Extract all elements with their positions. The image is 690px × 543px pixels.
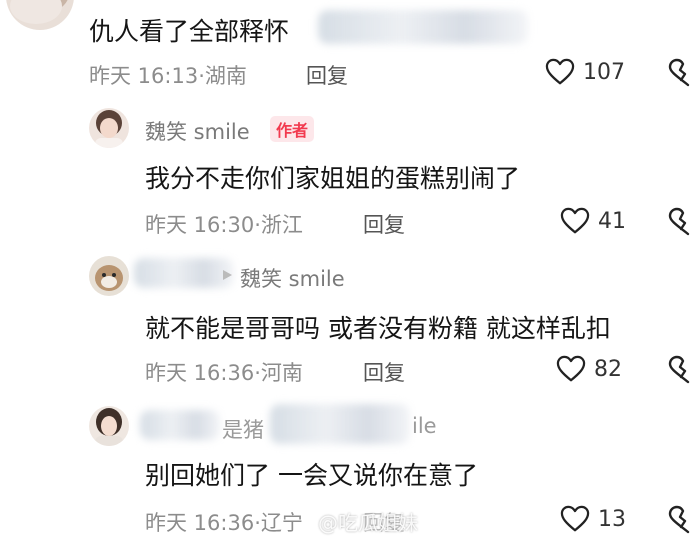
comment-text: 就不能是哥哥吗 或者没有粉籍 就这样乱扣	[145, 314, 611, 343]
comment-time: 昨天 16:30	[145, 213, 255, 237]
avatar[interactable]	[6, 0, 74, 30]
reply-button[interactable]: 回复	[363, 209, 405, 239]
like-count: 41	[598, 208, 626, 234]
reply-to-name-partial: ile	[412, 414, 437, 438]
reply-button[interactable]: 回复	[363, 357, 405, 387]
avatar-image	[10, 0, 68, 24]
dislike-button[interactable]	[668, 58, 690, 92]
comment-meta: 昨天 16:36·辽宁	[145, 507, 303, 537]
comment-text: 别回她们了 一会又说你在意了	[145, 461, 478, 490]
reply-to-name[interactable]: 魏笑 smile	[240, 263, 345, 293]
heart-outline-icon	[560, 207, 590, 234]
avatar-image	[95, 265, 123, 291]
dislike-heart-icon	[668, 207, 690, 236]
reply-arrow-icon	[223, 270, 232, 280]
comment-location: 湖南	[204, 64, 247, 88]
comment-location: 浙江	[260, 213, 303, 237]
watermark: @吃瓜姐妹	[318, 511, 418, 535]
comment-time: 昨天 16:13	[89, 64, 199, 88]
comment-meta: 昨天 16:30·浙江	[145, 209, 303, 239]
avatar-image	[95, 408, 123, 446]
reply-button[interactable]: 回复	[306, 60, 348, 90]
like-button[interactable]: 107	[545, 58, 625, 86]
like-button[interactable]: 13	[560, 505, 626, 533]
comment-text: 仇人看了全部释怀	[89, 17, 290, 46]
comment-time: 昨天 16:36	[145, 511, 255, 535]
meta-separator: ·	[254, 511, 261, 535]
comment-text: 我分不走你们家姐姐的蛋糕别闹了	[145, 164, 521, 193]
heart-outline-icon	[556, 355, 586, 382]
comment-location: 河南	[260, 361, 303, 385]
avatar[interactable]	[89, 406, 129, 446]
avatar[interactable]	[89, 108, 129, 148]
comment-location: 辽宁	[260, 511, 303, 535]
dislike-button[interactable]	[668, 505, 690, 539]
author-badge: 作者	[270, 116, 315, 142]
like-button[interactable]: 41	[560, 207, 626, 235]
meta-separator: ·	[254, 213, 261, 237]
heart-outline-icon	[545, 58, 575, 85]
like-button[interactable]: 82	[556, 355, 622, 383]
comment-meta: 昨天 16:13·湖南	[89, 60, 247, 90]
avatar-image	[95, 110, 123, 148]
heart-outline-icon	[560, 505, 590, 532]
author-name-partial: 是猪	[222, 418, 264, 442]
like-count: 13	[598, 506, 626, 532]
avatar[interactable]	[89, 256, 129, 296]
meta-separator: ·	[198, 64, 205, 88]
like-count: 107	[583, 59, 625, 85]
comment-meta: 昨天 16:36·河南	[145, 357, 303, 387]
dislike-heart-icon	[668, 355, 690, 384]
redacted-username	[134, 258, 234, 288]
author-name[interactable]: 魏笑 smile	[145, 116, 250, 146]
redacted-username	[140, 410, 220, 440]
meta-separator: ·	[254, 361, 261, 385]
redacted-username	[270, 404, 410, 444]
dislike-button[interactable]	[668, 355, 690, 389]
dislike-heart-icon	[668, 58, 690, 87]
like-count: 82	[594, 356, 622, 382]
dislike-heart-icon	[668, 505, 690, 534]
comment-time: 昨天 16:36	[145, 361, 255, 385]
redacted-username	[318, 10, 528, 44]
dislike-button[interactable]	[668, 207, 690, 241]
